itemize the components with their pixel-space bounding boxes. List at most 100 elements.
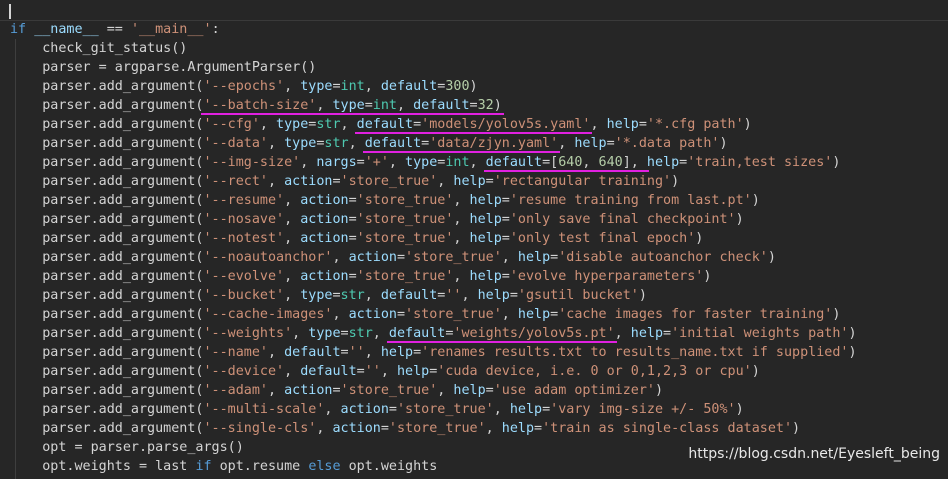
code-token: = (356, 155, 365, 170)
code-token: parser.add_argument( (10, 383, 204, 398)
code-token: = (364, 98, 373, 113)
code-token: = (534, 421, 543, 436)
code-line[interactable]: if __name__ == '__main__': (10, 20, 857, 39)
code-token: action (300, 231, 349, 246)
code-token: 'weights/yolov5s.pt' (453, 326, 615, 341)
code-editor[interactable]: if __name__ == '__main__': check_git_sta… (0, 0, 948, 479)
code-token: ) (751, 364, 760, 379)
code-line[interactable]: parser.add_argument('--device', default=… (10, 362, 857, 381)
code-token: __name__ (34, 22, 99, 37)
code-token: parser.add_argument( (10, 155, 204, 170)
code-token: '--bucket' (203, 288, 285, 303)
code-line[interactable]: parser.add_argument('--cache-images', ac… (10, 305, 857, 324)
code-token: '--data' (203, 136, 268, 151)
code-token: , (493, 402, 510, 417)
code-token: , (284, 288, 301, 303)
code-token: , (316, 421, 333, 436)
code-token: 'vary img-size +/- 50%' (550, 402, 736, 417)
code-token: , (267, 383, 285, 398)
code-line[interactable]: parser.add_argument('--name', default=''… (10, 343, 857, 362)
code-token: ) (719, 136, 728, 151)
code-token: type (308, 326, 341, 341)
code-token: , (388, 155, 406, 170)
code-token: 640 (598, 155, 623, 170)
code-token: default (485, 155, 543, 170)
code-token: = (509, 288, 518, 303)
code-line[interactable]: parser.add_argument('--img-size', nargs=… (10, 153, 857, 172)
code-token: default (380, 288, 438, 303)
code-token: , (372, 326, 389, 341)
code-token: help (469, 212, 502, 227)
code-token: 'resume training from last.pt' (509, 193, 752, 208)
code-line[interactable]: parser.add_argument('--rect', action='st… (10, 172, 857, 191)
code-token: , (364, 345, 381, 360)
code-line[interactable]: parser.add_argument('--notest', action='… (10, 229, 857, 248)
code-token: = (340, 326, 349, 341)
code-line[interactable]: parser.add_argument('--multi-scale', act… (10, 400, 857, 419)
code-area[interactable]: if __name__ == '__main__': check_git_sta… (10, 20, 857, 476)
code-line[interactable]: parser.add_argument('--noautoanchor', ac… (10, 248, 857, 267)
code-token: nargs (316, 155, 357, 170)
code-token: 'store_true' (405, 307, 502, 322)
code-token: '*.data path' (614, 136, 720, 151)
code-token: action (300, 269, 349, 284)
code-token: action (300, 212, 349, 227)
code-token: '--multi-scale' (203, 402, 325, 417)
code-line[interactable]: parser.add_argument('--evolve', action='… (10, 267, 857, 286)
code-token: ) (743, 117, 752, 132)
code-line[interactable]: parser.add_argument('--epochs', type=int… (10, 77, 857, 96)
code-line[interactable]: parser = argparse.ArgumentParser() (10, 58, 857, 77)
code-token: help (453, 174, 486, 189)
code-token: , (284, 193, 301, 208)
code-line[interactable]: check_git_status() (10, 39, 857, 58)
code-line[interactable]: parser.add_argument('--adam', action='st… (10, 381, 857, 400)
code-token: '--rect' (203, 174, 268, 189)
code-token: default (388, 326, 446, 341)
code-token: = (413, 345, 422, 360)
code-token: '--resume' (203, 193, 285, 208)
code-token: 'store_true' (396, 402, 494, 417)
code-token: = (348, 231, 357, 246)
code-token: 'gsutil bucket' (517, 288, 639, 303)
code-token: default (364, 136, 422, 151)
code-token: type (405, 155, 438, 170)
code-line[interactable]: parser.add_argument('--single-cls', acti… (10, 419, 857, 438)
code-token: action (284, 383, 333, 398)
code-token: type (276, 117, 309, 132)
code-token: ) (735, 212, 744, 227)
code-line[interactable]: parser.add_argument('--weights', type=st… (10, 324, 857, 343)
code-token: help (574, 136, 607, 151)
code-line[interactable]: parser.add_argument('--resume', action='… (10, 191, 857, 210)
code-token: parser.add_argument( (10, 79, 204, 94)
code-token: , (380, 364, 397, 379)
code-token: action (284, 174, 333, 189)
code-token: int (340, 79, 365, 94)
code-token: = (388, 402, 397, 417)
code-line[interactable]: parser.add_argument('--cfg', type = str, d… (10, 115, 857, 134)
code-token: parser.add_argument( (10, 288, 204, 303)
code-token: , (364, 79, 381, 94)
code-line[interactable]: parser.add_argument('--batch-size', type… (10, 96, 857, 115)
code-line[interactable]: parser.add_argument('--bucket', type = str… (10, 286, 857, 305)
code-token: '--cache-images' (203, 307, 333, 322)
code-token: opt = parser.parse_args() (10, 440, 244, 455)
code-token: = (501, 269, 510, 284)
code-token: help (396, 364, 430, 379)
code-token: = (348, 193, 357, 208)
code-token: default (413, 98, 470, 113)
code-token: , (461, 288, 478, 303)
code-token: parser.add_argument( (10, 307, 204, 322)
code-token: action (332, 421, 381, 436)
code-line[interactable]: parser.add_argument('--data', type=str, … (10, 134, 857, 153)
code-token: help (630, 326, 664, 341)
code-token: type (300, 288, 333, 303)
code-token: 'models/yolov5s.yaml' (421, 117, 591, 132)
code-token: , (267, 345, 285, 360)
code-token: 'rectangular training' (493, 174, 672, 189)
code-token: parser.add_argument( (10, 136, 204, 151)
code-token: = (638, 117, 647, 132)
code-token: , (284, 79, 301, 94)
code-line[interactable]: parser.add_argument('--nosave', action='… (10, 210, 857, 229)
code-token: str (340, 288, 365, 303)
code-token: parser.add_argument( (10, 402, 204, 417)
